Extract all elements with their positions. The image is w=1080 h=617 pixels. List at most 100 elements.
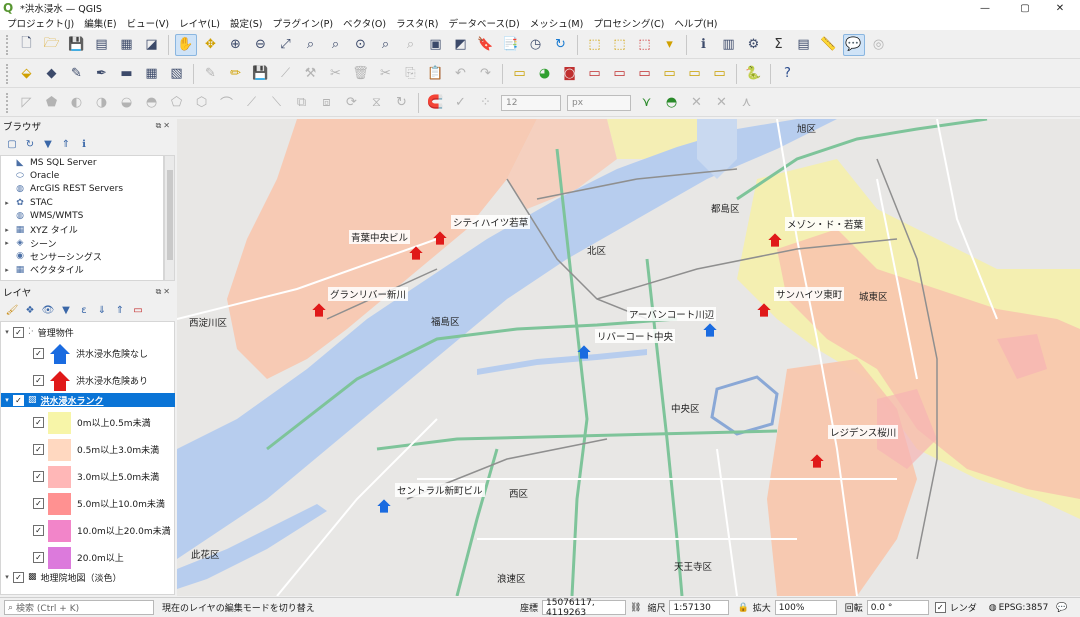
- split-features-icon[interactable]: ⟋: [241, 92, 263, 114]
- menu-vector[interactable]: ベクタ(O): [338, 16, 391, 30]
- collapse-layers-icon[interactable]: ⇑: [112, 302, 128, 318]
- unpin-icon[interactable]: ▭: [709, 63, 731, 85]
- adv-digitizing-icon[interactable]: ◸: [16, 92, 38, 114]
- menu-project[interactable]: プロジェクト(J): [2, 16, 79, 30]
- vertex-tool-icon[interactable]: ⚒: [300, 63, 322, 85]
- property-marker-risk[interactable]: [432, 230, 448, 246]
- menu-settings[interactable]: 設定(S): [225, 16, 267, 30]
- style-manager-icon[interactable]: ◪: [141, 34, 163, 56]
- rank-checkbox[interactable]: ✓: [33, 444, 44, 455]
- browser-item-scene[interactable]: ▸ ◈ シーン: [1, 236, 163, 250]
- select-location-icon[interactable]: ▾: [659, 34, 681, 56]
- copy-features-icon[interactable]: ⎘: [400, 63, 422, 85]
- refresh-icon[interactable]: ↻: [550, 34, 572, 56]
- layout-manager-icon[interactable]: ▦: [116, 34, 138, 56]
- topological-editing-icon[interactable]: ⋎: [636, 92, 658, 114]
- raster-icon[interactable]: ▦: [141, 63, 163, 85]
- label-properties-icon[interactable]: ▭: [684, 63, 706, 85]
- paste-features-icon[interactable]: 📋: [425, 63, 447, 85]
- legend-checkbox[interactable]: ✓: [33, 375, 44, 386]
- lock-scale-icon[interactable]: 🔒: [737, 603, 748, 613]
- enable-properties-icon[interactable]: ℹ: [76, 136, 92, 152]
- rotate-features-icon[interactable]: ↻: [391, 92, 413, 114]
- rotation-field[interactable]: 0.0 °: [866, 600, 929, 615]
- legend-item-safe[interactable]: ✓ 洪水浸水危険なし: [1, 340, 175, 367]
- undo-icon[interactable]: ↶: [450, 63, 472, 85]
- rank-item[interactable]: ✓ 0m以上0.5m未満: [1, 409, 175, 436]
- pan-map-icon[interactable]: ✋: [174, 33, 197, 56]
- property-marker-safe[interactable]: [376, 498, 392, 514]
- expand-all-icon[interactable]: ⇓: [94, 302, 110, 318]
- reshape-icon[interactable]: ⬟: [41, 92, 63, 114]
- panel-float-close-icon[interactable]: ⧉✕: [156, 287, 172, 297]
- plugins-icon[interactable]: ◆: [41, 63, 63, 85]
- statistics-icon[interactable]: Σ: [768, 34, 790, 56]
- menu-view[interactable]: ビュー(V): [122, 16, 174, 30]
- add-ring-icon[interactable]: ◐: [66, 92, 88, 114]
- property-marker-risk[interactable]: [311, 302, 327, 318]
- pin-labels-icon[interactable]: ◙: [559, 63, 581, 85]
- temp-layer-icon[interactable]: ▬: [116, 63, 138, 85]
- new-map-view-icon[interactable]: ▣: [425, 34, 447, 56]
- open-project-icon[interactable]: 🗁: [41, 34, 63, 56]
- add-feature-icon[interactable]: ⟋: [275, 63, 297, 85]
- menu-database[interactable]: データベース(D): [443, 16, 524, 30]
- new-bookmark-icon[interactable]: 🔖: [475, 34, 497, 56]
- layer-group-properties[interactable]: ▾ ✓ ⁚· 管理物件: [1, 325, 175, 339]
- menu-layer[interactable]: レイヤ(L): [174, 16, 225, 30]
- crs-button[interactable]: EPSG:3857: [999, 603, 1049, 613]
- rank-checkbox[interactable]: ✓: [33, 525, 44, 536]
- toggle-extent-icon[interactable]: ⛓: [630, 603, 641, 613]
- current-edits-icon[interactable]: ✎: [200, 63, 222, 85]
- merge-features-icon[interactable]: ⧉: [291, 92, 313, 114]
- rank-item[interactable]: ✓ 5.0m以上10.0m未満: [1, 490, 175, 517]
- browser-item-sensorthings[interactable]: ◉ センサーシングス: [1, 250, 163, 263]
- new-project-icon[interactable]: 🗋: [16, 34, 38, 56]
- map-canvas[interactable]: 旭区 都島区 北区 福島区 西淀川区 城東区 中央区 西区 天王寺区 浪速区 此…: [177, 119, 1080, 596]
- menu-plugins[interactable]: プラグイン(P): [267, 16, 338, 30]
- property-marker-risk[interactable]: [756, 302, 772, 318]
- rank-item[interactable]: ✓ 3.0m以上5.0m未満: [1, 463, 175, 490]
- browser-item-arcgis[interactable]: ◍ ArcGIS REST Servers: [1, 183, 163, 196]
- zoom-out-icon[interactable]: ⊖: [250, 34, 272, 56]
- rank-checkbox[interactable]: ✓: [33, 498, 44, 509]
- snap-tolerance-input[interactable]: 12: [501, 94, 561, 111]
- merge-attributes-icon[interactable]: ⧈: [316, 92, 338, 114]
- new-3d-view-icon[interactable]: ◩: [450, 34, 472, 56]
- rank-checkbox[interactable]: ✓: [33, 417, 44, 428]
- add-part-icon[interactable]: ◑: [91, 92, 113, 114]
- add-group-icon[interactable]: ❖: [22, 302, 38, 318]
- property-marker-risk[interactable]: [408, 245, 424, 261]
- zoom-layer-icon[interactable]: ⌕: [325, 34, 347, 56]
- layer-checkbox[interactable]: ✓: [13, 326, 24, 338]
- attributes-menu-icon[interactable]: ▤: [793, 34, 815, 56]
- property-marker-safe[interactable]: [702, 322, 718, 338]
- show-bookmarks-icon[interactable]: 📑: [500, 34, 522, 56]
- rank-item[interactable]: ✓ 20.0m以上: [1, 544, 175, 571]
- property-marker-safe[interactable]: [576, 344, 592, 360]
- label-tool-icon[interactable]: ▭: [509, 63, 531, 85]
- rank-item[interactable]: ✓ 0.5m以上3.0m未満: [1, 436, 175, 463]
- modify-attributes-icon[interactable]: ✂: [325, 63, 347, 85]
- snap-type-icon[interactable]: ⁘: [475, 92, 497, 114]
- select-features-icon[interactable]: ⬚: [584, 34, 606, 56]
- filter-browser-icon[interactable]: ▼: [40, 136, 56, 152]
- crs-globe-icon[interactable]: ◍: [989, 603, 997, 613]
- layer-checkbox[interactable]: ✓: [13, 394, 24, 406]
- python-console-icon[interactable]: 🐍: [743, 63, 765, 85]
- scrollbar-thumb[interactable]: [167, 170, 173, 260]
- scale-field[interactable]: 1:57130: [669, 600, 730, 615]
- rank-checkbox[interactable]: ✓: [33, 552, 44, 563]
- refresh-browser-icon[interactable]: ↻: [22, 136, 38, 152]
- browser-item-oracle[interactable]: ⬭ Oracle: [1, 169, 163, 182]
- property-marker-risk[interactable]: [809, 453, 825, 469]
- browser-item-xyz[interactable]: ▸ ▦ XYZ タイル: [1, 223, 163, 237]
- new-print-layout-icon[interactable]: ▤: [91, 34, 113, 56]
- identify-icon[interactable]: ℹ: [693, 34, 715, 56]
- digitize-icon[interactable]: ✎: [66, 63, 88, 85]
- locator-search-input[interactable]: ⌕ 検索 (Ctrl + K): [4, 600, 154, 615]
- layer-flood-rank[interactable]: ▾ ✓ ▨ 洪水浸水ランク: [1, 393, 175, 407]
- layer-basemap[interactable]: ▾ ✓ ▩ 地理院地図（淡色）: [1, 570, 175, 584]
- processing-toolbox-icon[interactable]: ⚙: [743, 34, 765, 56]
- style-layer-icon[interactable]: 🖌: [4, 302, 20, 318]
